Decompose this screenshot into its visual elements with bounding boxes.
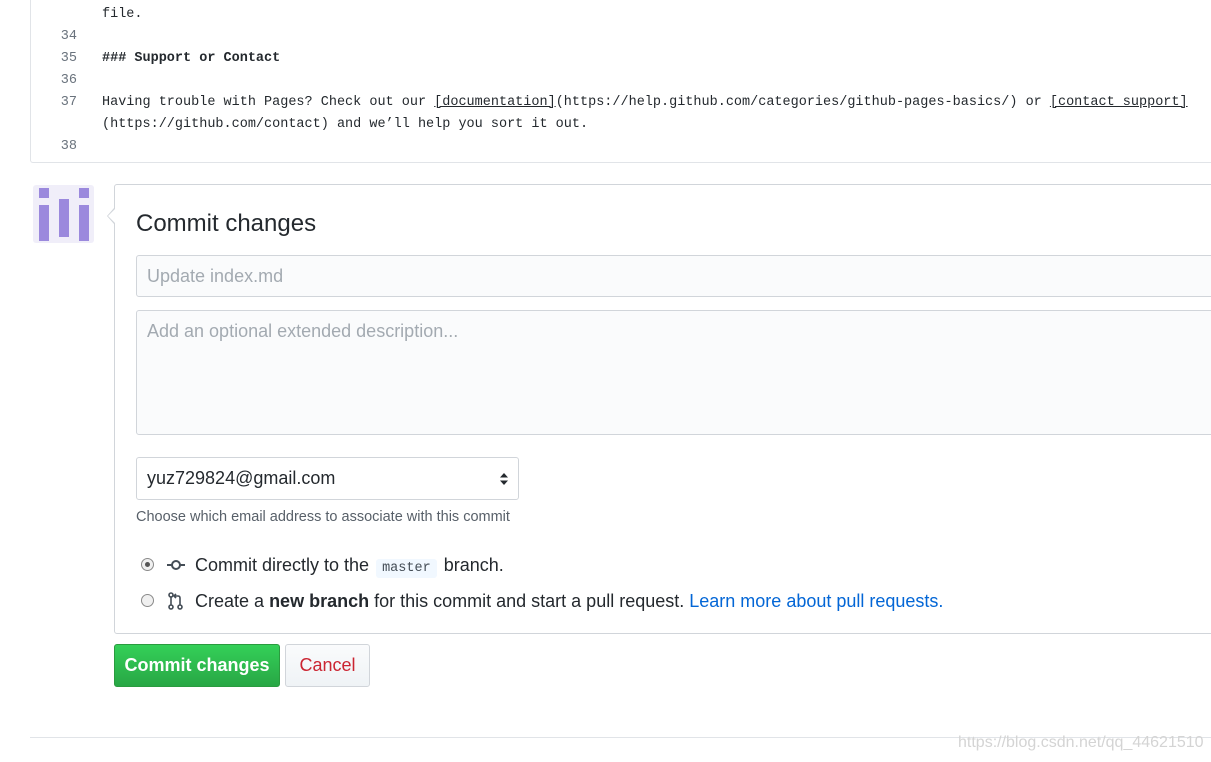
line-code: ### Support or Contact xyxy=(102,51,281,66)
branch-name-chip: master xyxy=(376,559,437,578)
avatar-pixel xyxy=(39,188,49,198)
editor-line: 36 xyxy=(31,70,1211,92)
editor-line: 35 ### Support or Contact xyxy=(31,48,1211,70)
option-bold-text: new branch xyxy=(269,591,370,611)
commit-summary-input[interactable] xyxy=(136,255,1211,297)
watermark: https://blog.csdn.net/qq_44621510 xyxy=(958,734,1204,751)
option-text: Commit directly to the xyxy=(195,555,370,575)
new-branch-radio[interactable] xyxy=(141,594,154,607)
new-branch-label[interactable]: Create a new branch for this commit and … xyxy=(195,589,943,613)
code-text: Having trouble with Pages? Check out our xyxy=(102,95,435,110)
code-link-text: [documentation] xyxy=(434,95,556,110)
commit-title: Commit changes xyxy=(136,210,317,237)
git-pull-request-icon xyxy=(168,592,183,610)
code-link-text: [contact support] xyxy=(1049,95,1188,110)
line-number: 35 xyxy=(60,51,77,66)
line-code: file. xyxy=(102,7,143,22)
email-hint: Choose which email address to associate … xyxy=(136,509,510,525)
avatar-pixel xyxy=(79,205,89,241)
editor-line: 38 xyxy=(31,136,1211,158)
select-arrows-icon xyxy=(500,473,508,485)
line-code: Having trouble with Pages? Check out our… xyxy=(102,92,1188,114)
commit-direct-radio[interactable] xyxy=(141,558,154,571)
email-select-value: yuz729824@gmail.com xyxy=(147,468,336,488)
editor-line: (https://github.com/contact) and we’ll h… xyxy=(31,114,1211,136)
commit-description-input[interactable] xyxy=(136,310,1211,435)
line-number: 37 xyxy=(60,95,77,110)
editor-line: 37 Having trouble with Pages? Check out … xyxy=(31,92,1211,114)
option-text: branch. xyxy=(443,555,504,575)
speech-caret-inner xyxy=(108,209,115,223)
file-editor[interactable]: file. 34 35 ### Support or Contact 36 37… xyxy=(30,0,1211,163)
line-number: 34 xyxy=(60,29,77,44)
editor-line: file. xyxy=(31,4,1211,26)
learn-more-link[interactable]: Learn more about pull requests. xyxy=(689,591,943,611)
line-number: 36 xyxy=(60,73,77,88)
code-text: (https://help.github.com/categories/gith… xyxy=(555,95,1050,110)
git-commit-icon xyxy=(167,560,185,570)
cancel-button[interactable]: Cancel xyxy=(285,644,370,687)
line-number: 38 xyxy=(60,139,77,154)
avatar-pixel xyxy=(79,188,89,198)
commit-changes-button[interactable]: Commit changes xyxy=(114,644,280,687)
option-text: for this commit and start a pull request… xyxy=(374,591,685,611)
email-select[interactable]: yuz729824@gmail.com xyxy=(136,457,519,500)
avatar-pixel xyxy=(59,199,69,237)
editor-line: 34 xyxy=(31,26,1211,48)
avatar-pixel xyxy=(39,205,49,241)
option-text: Create a xyxy=(195,591,265,611)
line-code: (https://github.com/contact) and we’ll h… xyxy=(102,117,589,132)
avatar[interactable] xyxy=(33,185,94,243)
commit-direct-label[interactable]: Commit directly to the master branch. xyxy=(195,553,504,581)
